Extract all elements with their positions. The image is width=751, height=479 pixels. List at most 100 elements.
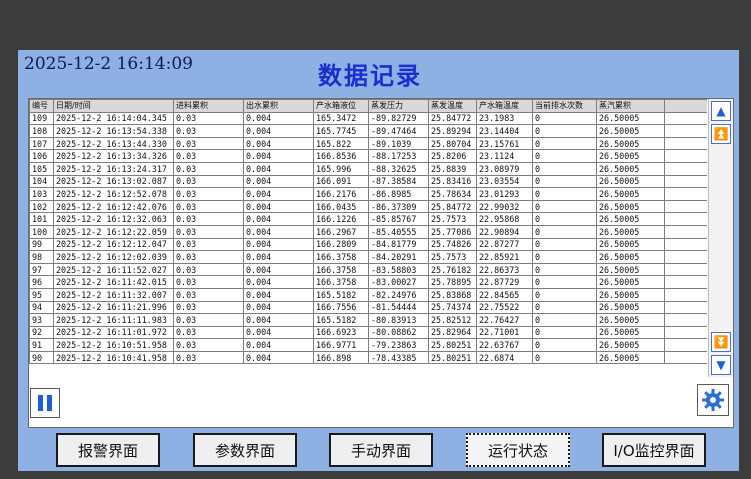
cell-drain-count: 0 bbox=[532, 199, 597, 214]
table-row[interactable]: 94 2025-12-2 16:11:21.996 0.03 0.004 166.755… bbox=[29, 300, 707, 315]
cell-evap-temp: 25.74826 bbox=[428, 237, 477, 252]
cell-feed-total: 0.03 bbox=[173, 325, 244, 340]
cell-spare bbox=[664, 300, 707, 315]
parameter-screen-button[interactable]: 参数界面 bbox=[193, 433, 297, 467]
table-row[interactable]: 90 2025-12-2 16:10:41.958 0.03 0.004 166.898… bbox=[29, 350, 707, 365]
table-row[interactable]: 105 2025-12-2 16:13:24.317 0.03 0.004 165.99… bbox=[29, 161, 707, 176]
cell-tank-level: 166.3758 bbox=[313, 250, 369, 264]
cell-datetime: 2025-12-2 16:12:22.059 bbox=[53, 224, 174, 239]
col-header-datetime[interactable]: 日期/时间 bbox=[53, 99, 174, 113]
cell-id: 107 bbox=[29, 136, 54, 151]
cell-id: 104 bbox=[29, 174, 54, 189]
pause-icon bbox=[38, 395, 52, 411]
cell-datetime: 2025-12-2 16:11:01.972 bbox=[53, 325, 174, 340]
table-row[interactable]: 104 2025-12-2 16:13:02.087 0.03 0.004 166.09… bbox=[29, 174, 707, 189]
cell-outflow-total: 0.004 bbox=[243, 325, 314, 340]
cell-tank-temp: 22.63767 bbox=[476, 338, 533, 352]
cell-drain-count: 0 bbox=[532, 313, 597, 327]
cell-outflow-total: 0.004 bbox=[243, 174, 314, 189]
cell-tank-level: 165.3472 bbox=[313, 111, 369, 126]
cell-spare bbox=[664, 149, 707, 163]
table-row[interactable]: 99 2025-12-2 16:12:12.047 0.03 0.004 166.280… bbox=[29, 237, 707, 252]
col-header-outflow-total[interactable]: 出水累积 bbox=[243, 99, 314, 113]
table-row[interactable]: 96 2025-12-2 16:11:42.015 0.03 0.004 166.375… bbox=[29, 275, 707, 289]
table-row[interactable]: 101 2025-12-2 16:12:32.063 0.03 0.004 166.12… bbox=[29, 212, 707, 226]
cell-spare bbox=[664, 237, 707, 252]
cell-datetime: 2025-12-2 16:10:51.958 bbox=[53, 338, 174, 352]
cell-datetime: 2025-12-2 16:13:44.330 bbox=[53, 136, 174, 151]
cell-datetime: 2025-12-2 16:12:52.078 bbox=[53, 187, 174, 201]
cell-datetime: 2025-12-2 16:13:54.338 bbox=[53, 124, 174, 138]
pause-button[interactable] bbox=[30, 388, 60, 418]
cell-outflow-total: 0.004 bbox=[243, 161, 314, 176]
table-row[interactable]: 108 2025-12-2 16:13:54.338 0.03 0.004 165.77… bbox=[29, 124, 707, 138]
cell-steam-total: 26.50005 bbox=[596, 237, 665, 252]
cell-evap-temp: 25.8839 bbox=[428, 161, 477, 176]
cell-feed-total: 0.03 bbox=[173, 174, 244, 189]
cell-datetime: 2025-12-2 16:13:34.326 bbox=[53, 149, 174, 163]
manual-screen-button[interactable]: 手动界面 bbox=[329, 433, 433, 467]
vertical-scrollbar[interactable]: ▲ ⏫ ⏬ ▼ bbox=[708, 99, 733, 377]
cell-evap-temp: 25.7573 bbox=[428, 212, 477, 226]
cell-tank-level: 166.0435 bbox=[313, 199, 369, 214]
io-monitor-button[interactable]: I/O监控界面 bbox=[602, 433, 706, 467]
col-header-steam-total[interactable]: 蒸汽累积 bbox=[596, 99, 665, 113]
table-row[interactable]: 98 2025-12-2 16:12:02.039 0.03 0.004 166.375… bbox=[29, 250, 707, 264]
table-row[interactable]: 91 2025-12-2 16:10:51.958 0.03 0.004 166.977… bbox=[29, 338, 707, 352]
col-header-tank-level[interactable]: 产水箱液位 bbox=[313, 99, 369, 113]
cell-id: 98 bbox=[29, 250, 54, 264]
page-up-button[interactable]: ⏫ bbox=[711, 124, 731, 144]
cell-evap-pressure: -80.83913 bbox=[368, 313, 429, 327]
arrow-up-icon: ▲ bbox=[716, 104, 726, 118]
col-header-tank-temp[interactable]: 产水箱温度 bbox=[476, 99, 533, 113]
cell-outflow-total: 0.004 bbox=[243, 300, 314, 315]
cell-datetime: 2025-12-2 16:11:11.983 bbox=[53, 313, 174, 327]
col-header-id[interactable]: 编号 bbox=[29, 99, 54, 113]
cell-evap-temp: 25.74374 bbox=[428, 300, 477, 315]
cell-spare bbox=[664, 161, 707, 176]
table-row[interactable]: 103 2025-12-2 16:12:52.078 0.03 0.004 166.21… bbox=[29, 187, 707, 201]
cell-evap-temp: 25.7573 bbox=[428, 250, 477, 264]
scroll-up-button[interactable]: ▲ bbox=[711, 101, 731, 121]
cell-drain-count: 0 bbox=[532, 338, 597, 352]
data-record-table-box: 编号 日期/时间 进料累积 出水累积 产水箱液位 蒸发压力 蒸发温度 产水箱温度… bbox=[28, 98, 734, 428]
cell-tank-level: 166.1226 bbox=[313, 212, 369, 226]
table-row[interactable]: 92 2025-12-2 16:11:01.972 0.03 0.004 166.692… bbox=[29, 325, 707, 340]
col-header-evap-pressure[interactable]: 蒸发压力 bbox=[368, 99, 429, 113]
cell-evap-temp: 25.76182 bbox=[428, 262, 477, 277]
data-grid[interactable]: 编号 日期/时间 进料累积 出水累积 产水箱液位 蒸发压力 蒸发温度 产水箱温度… bbox=[29, 99, 707, 377]
cell-evap-temp: 25.8206 bbox=[428, 149, 477, 163]
cell-datetime: 2025-12-2 16:12:02.039 bbox=[53, 250, 174, 264]
cell-evap-pressure: -79.23863 bbox=[368, 338, 429, 352]
double-arrow-up-icon: ⏫ bbox=[713, 127, 729, 141]
col-header-evap-temp[interactable]: 蒸发温度 bbox=[428, 99, 477, 113]
cell-steam-total: 26.50005 bbox=[596, 212, 665, 226]
cell-evap-temp: 25.82964 bbox=[428, 325, 477, 340]
cell-spare bbox=[664, 350, 707, 365]
settings-button[interactable] bbox=[697, 384, 729, 416]
table-row[interactable]: 107 2025-12-2 16:13:44.330 0.03 0.004 165.82… bbox=[29, 136, 707, 151]
table-row[interactable]: 102 2025-12-2 16:12:42.076 0.03 0.004 166.04… bbox=[29, 199, 707, 214]
table-row[interactable]: 97 2025-12-2 16:11:52.027 0.03 0.004 166.375… bbox=[29, 262, 707, 277]
cell-feed-total: 0.03 bbox=[173, 275, 244, 289]
table-row[interactable]: 93 2025-12-2 16:11:11.983 0.03 0.004 165.518… bbox=[29, 313, 707, 327]
table-row[interactable]: 95 2025-12-2 16:11:32.007 0.03 0.004 165.518… bbox=[29, 287, 707, 302]
run-status-button[interactable]: 运行状态 bbox=[466, 433, 570, 467]
table-row[interactable]: 106 2025-12-2 16:13:34.326 0.03 0.004 166.85… bbox=[29, 149, 707, 163]
cell-spare bbox=[664, 262, 707, 277]
scroll-down-button[interactable]: ▼ bbox=[711, 355, 731, 375]
cell-drain-count: 0 bbox=[532, 350, 597, 365]
alarm-screen-button[interactable]: 报警界面 bbox=[56, 433, 160, 467]
col-header-drain-count[interactable]: 当前排水次数 bbox=[532, 99, 597, 113]
cell-evap-temp: 25.78895 bbox=[428, 275, 477, 289]
cell-feed-total: 0.03 bbox=[173, 313, 244, 327]
page-down-button[interactable]: ⏬ bbox=[711, 332, 731, 352]
cell-feed-total: 0.03 bbox=[173, 124, 244, 138]
cell-id: 100 bbox=[29, 224, 54, 239]
cell-outflow-total: 0.004 bbox=[243, 262, 314, 277]
col-header-feed-total[interactable]: 进料累积 bbox=[173, 99, 244, 113]
table-row[interactable]: 100 2025-12-2 16:12:22.059 0.03 0.004 166.29… bbox=[29, 224, 707, 239]
cell-feed-total: 0.03 bbox=[173, 350, 244, 365]
table-row[interactable]: 109 2025-12-2 16:14:04.345 0.03 0.004 165.34… bbox=[29, 111, 707, 126]
cell-steam-total: 26.50005 bbox=[596, 199, 665, 214]
